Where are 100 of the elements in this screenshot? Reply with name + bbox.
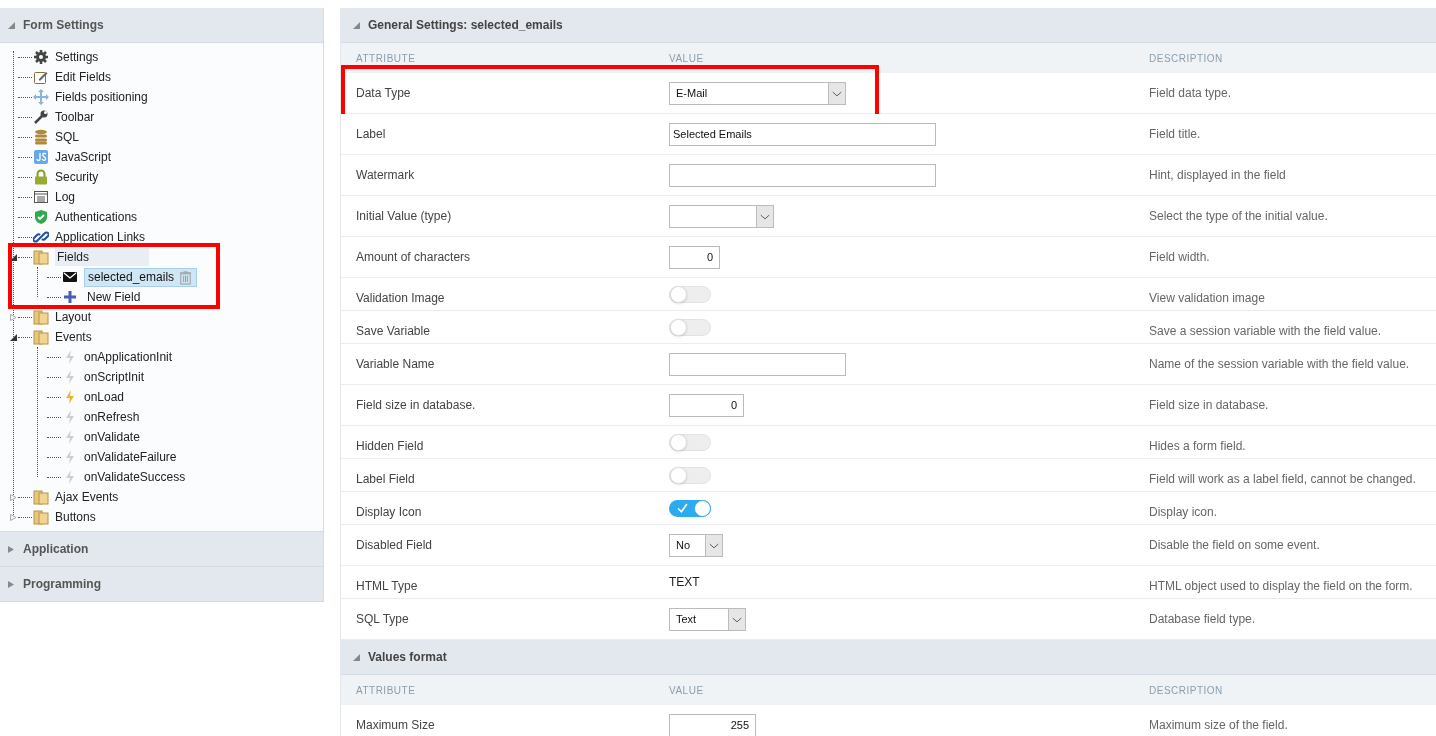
lock-icon (33, 169, 49, 185)
link-icon (33, 229, 49, 245)
column-header: ATTRIBUTE (356, 683, 417, 698)
column-header: DESCRIPTION (1149, 683, 1224, 698)
tree-item[interactable]: onValidate (84, 428, 140, 446)
wrench-icon (33, 109, 49, 125)
plus-icon (62, 289, 78, 305)
number-field[interactable]: 255 (669, 713, 756, 736)
tree-item[interactable]: Security (55, 168, 99, 186)
attribute-label: Label Field (356, 471, 416, 488)
folder-icon (33, 329, 49, 345)
tree-item[interactable]: Layout (55, 308, 92, 326)
tree-item[interactable]: Buttons (55, 508, 96, 526)
tree-item[interactable]: SQL (55, 128, 79, 146)
tree-item[interactable]: onApplicationInit (84, 348, 173, 366)
attribute-label: Variable Name (356, 356, 436, 373)
gear-icon (33, 49, 49, 65)
attribute-label: SQL Type (356, 611, 410, 628)
folder-icon (33, 249, 49, 265)
attribute-label: Field size in database. (356, 397, 477, 414)
tree-item[interactable]: selected_emails (84, 267, 198, 287)
tree-item[interactable]: Edit Fields (55, 68, 112, 86)
chevron-down-icon (756, 205, 773, 227)
chevron-down-icon (728, 608, 745, 630)
expand-triangle-icon (8, 580, 15, 588)
database-icon (33, 129, 49, 145)
section-header[interactable]: General Settings: selected_emails (341, 8, 1436, 43)
toggle-switch[interactable] (669, 433, 711, 451)
dropdown-select[interactable]: Text (669, 607, 746, 631)
move-arrows-icon (33, 89, 49, 105)
toggle-switch[interactable] (669, 499, 711, 517)
tree-item[interactable]: Log (55, 188, 76, 206)
expander-icon[interactable] (10, 333, 17, 341)
envelope-icon (62, 269, 78, 285)
tree-item[interactable]: JavaScript (55, 148, 112, 166)
dropdown-select[interactable] (669, 204, 774, 228)
accordion-header[interactable]: Form Settings (0, 8, 323, 43)
column-header: ATTRIBUTE (356, 51, 417, 66)
text-field[interactable] (669, 352, 846, 376)
toggle-switch[interactable] (669, 318, 711, 336)
check-icon (677, 502, 688, 514)
expander-icon[interactable] (10, 313, 17, 321)
description-text: Hint, displayed in the field (1149, 167, 1287, 184)
tree-item[interactable]: Authentications (55, 208, 138, 226)
folder-icon (33, 509, 49, 525)
tree-item[interactable]: onValidateFailure (84, 448, 177, 466)
description-text: Field will work as a label field, cannot be changed. (1149, 471, 1417, 488)
collapse-triangle-icon (353, 21, 360, 29)
dropdown-select[interactable]: E-Mail (669, 81, 846, 105)
description-text: HTML object used to display the field on the form. (1149, 578, 1414, 595)
trash-icon[interactable] (178, 269, 194, 285)
folder-icon (33, 309, 49, 325)
attribute-label: Data Type (356, 85, 412, 102)
tree-item[interactable]: onRefresh (84, 408, 140, 426)
description-text: View validation image (1149, 290, 1266, 307)
tree-item[interactable]: Fields positioning (55, 88, 148, 106)
collapse-triangle-icon (353, 653, 360, 661)
attribute-label: Watermark (356, 167, 416, 184)
attribute-label: Disabled Field (356, 537, 434, 554)
tree-item[interactable]: onScriptInit (84, 368, 145, 386)
chevron-down-icon (828, 82, 845, 104)
tree-item[interactable]: onValidateSuccess (84, 468, 186, 486)
number-field[interactable]: 0 (669, 245, 720, 269)
dropdown-select[interactable]: No (669, 533, 723, 557)
tree-item[interactable]: Application Links (55, 228, 146, 246)
tree-item[interactable]: Fields (55, 248, 149, 266)
description-text: Hides a form field. (1149, 438, 1247, 455)
js-icon (33, 149, 49, 165)
tree-item[interactable]: Toolbar (55, 108, 95, 126)
collapse-triangle-icon (8, 21, 15, 29)
text-field[interactable]: Selected Emails (669, 122, 936, 146)
description-text: Select the type of the initial value. (1149, 208, 1329, 225)
description-text: Save a session variable with the field value. (1149, 323, 1383, 340)
attribute-label: HTML Type (356, 578, 419, 595)
text-field[interactable] (669, 163, 936, 187)
description-text: Field size in database. (1149, 397, 1270, 414)
description-text: Name of the session variable with the field value. (1149, 356, 1411, 373)
toggle-switch[interactable] (669, 285, 711, 303)
attribute-label: Display Icon (356, 504, 423, 521)
edit-icon (33, 69, 49, 85)
tree-item[interactable]: Events (55, 328, 92, 346)
tree-item[interactable]: onLoad (84, 388, 125, 406)
attribute-label: Initial Value (type) (356, 208, 453, 225)
accordion-header[interactable]: Application (0, 532, 323, 567)
attribute-label: Amount of characters (356, 249, 472, 266)
section-header[interactable]: Values format (341, 640, 1436, 675)
expander-icon[interactable] (10, 493, 17, 501)
description-text: Field width. (1149, 249, 1211, 266)
tree-item[interactable]: New Field (84, 287, 144, 307)
tree-item[interactable]: Ajax Events (55, 488, 119, 506)
shield-check-icon (33, 209, 49, 225)
tree-item[interactable]: Settings (55, 48, 99, 66)
description-text: Display icon. (1149, 504, 1219, 521)
toggle-switch[interactable] (669, 466, 711, 484)
chevron-down-icon (705, 534, 722, 556)
column-header: DESCRIPTION (1149, 51, 1224, 66)
description-text: Field data type. (1149, 85, 1233, 102)
number-field[interactable]: 0 (669, 393, 744, 417)
expander-icon[interactable] (10, 253, 17, 261)
accordion-header[interactable]: Programming (0, 567, 323, 602)
